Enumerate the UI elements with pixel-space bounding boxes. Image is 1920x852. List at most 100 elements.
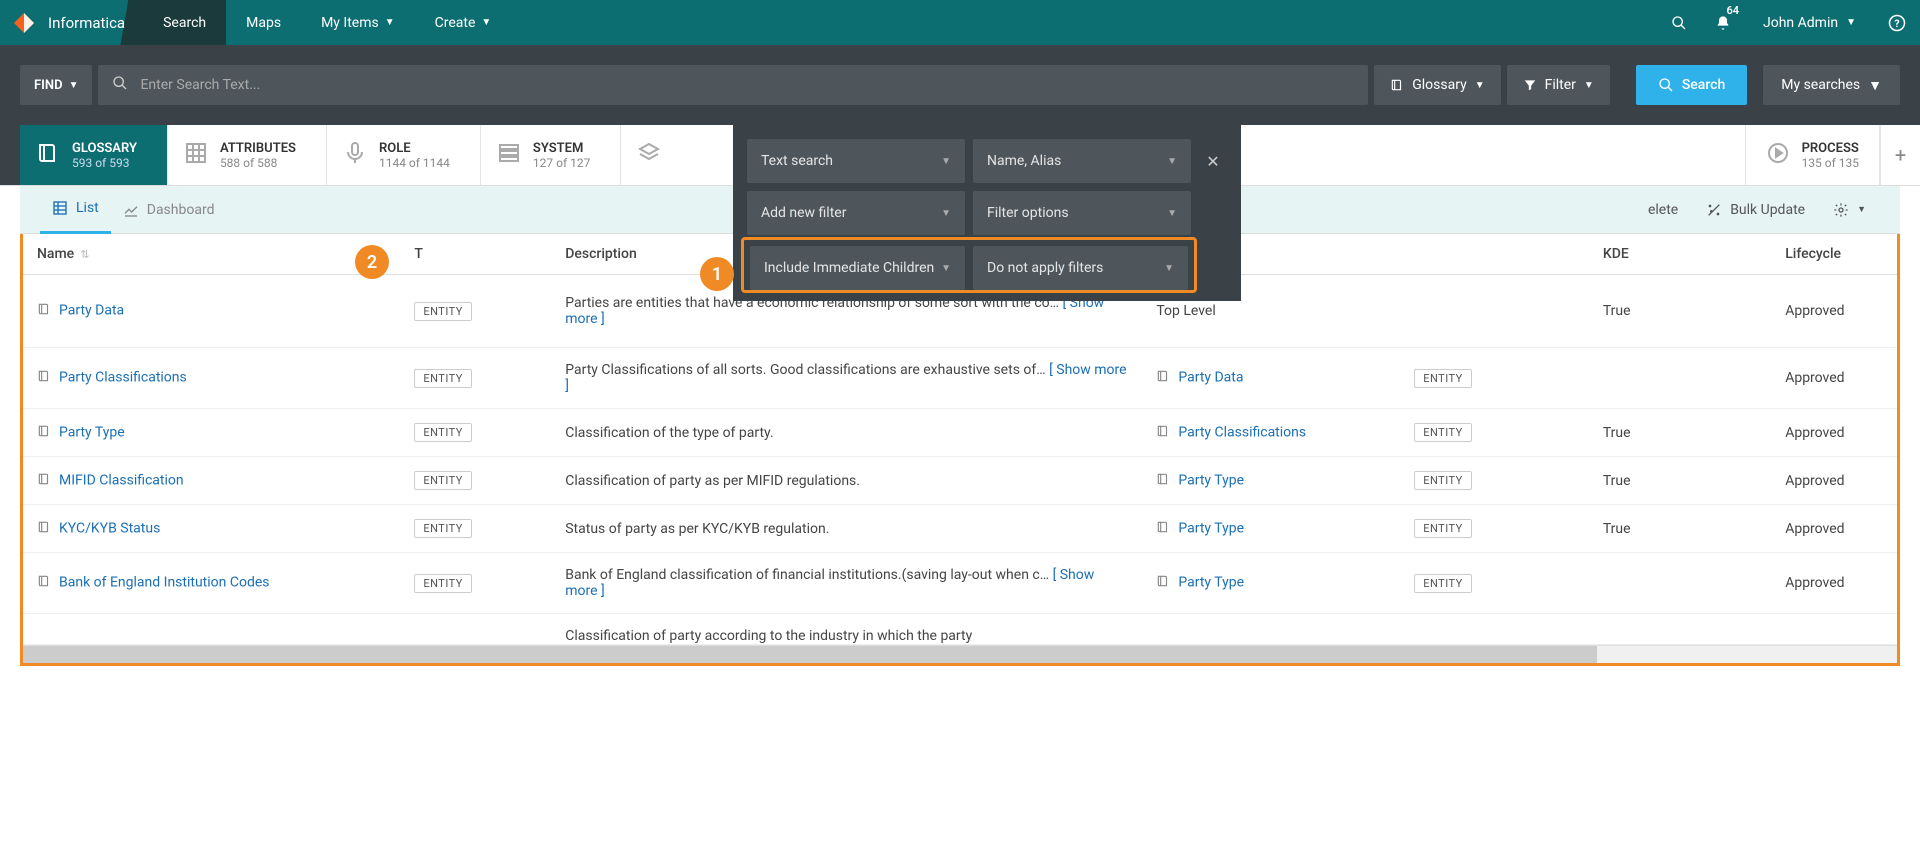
search-input[interactable] xyxy=(140,77,1354,93)
add-tab-button[interactable]: + xyxy=(1880,125,1920,185)
nav-search[interactable]: Search xyxy=(143,0,226,45)
table-row: KYC/KYB Status ENTITY Status of party as p… xyxy=(23,505,1897,553)
sort-icon: ⇅ xyxy=(80,248,89,261)
search-input-wrapper xyxy=(98,65,1368,105)
row-kde: True xyxy=(1589,409,1771,457)
top-nav: Informatica Search Maps My Items▼ Create… xyxy=(0,0,1920,45)
row-lifecycle: Approved xyxy=(1771,409,1897,457)
brand-name: Informatica xyxy=(48,14,125,32)
view-tab-list[interactable]: List xyxy=(40,186,111,234)
search-button[interactable]: Search xyxy=(1636,65,1747,105)
row-lifecycle: Approved xyxy=(1771,275,1897,348)
glossary-dropdown[interactable]: Glossary▼ xyxy=(1374,65,1500,105)
filter-add-new[interactable]: Add new filter▼ xyxy=(747,191,965,235)
row-lifecycle: Approved xyxy=(1771,348,1897,409)
nav-create[interactable]: Create▼ xyxy=(415,0,512,45)
parent-link[interactable]: Party Type xyxy=(1178,472,1244,488)
tab-glossary[interactable]: GLOSSARY593 of 593 xyxy=(20,125,168,185)
search-icon xyxy=(1658,77,1674,93)
book-icon xyxy=(1390,78,1404,92)
book-icon xyxy=(37,472,51,490)
row-description: Classification of party as per MIFID reg… xyxy=(551,457,1142,505)
table-row: MIFID Classification ENTITY Classification… xyxy=(23,457,1897,505)
tab-role[interactable]: ROLE1144 of 1144 xyxy=(327,125,481,185)
bulk-update-button[interactable]: Bulk Update xyxy=(1692,202,1819,218)
filter-text-search[interactable]: Text search▼ xyxy=(747,139,965,183)
row-name-link[interactable]: Bank of England Institution Codes xyxy=(59,575,270,591)
list-icon xyxy=(52,200,68,216)
help-icon[interactable]: ? xyxy=(1874,0,1920,45)
svg-text:?: ? xyxy=(1894,16,1899,29)
chart-icon xyxy=(123,202,139,218)
row-name-link[interactable]: Party Data xyxy=(59,303,124,319)
book-icon xyxy=(37,369,51,387)
chevron-down-icon: ▼ xyxy=(1584,80,1594,91)
col-header-type[interactable]: T xyxy=(400,234,551,275)
row-name-link[interactable]: KYC/KYB Status xyxy=(59,520,160,536)
parent-link[interactable]: Party Type xyxy=(1178,575,1244,591)
global-search-icon[interactable] xyxy=(1657,0,1701,45)
book-icon xyxy=(36,141,60,169)
book-icon xyxy=(37,520,51,538)
table-row: Party ClassificationsENTITYParty Classif… xyxy=(23,348,1897,409)
chevron-down-icon: ▼ xyxy=(1167,156,1177,167)
filter-include-children[interactable]: Include Immediate Children▼ xyxy=(750,246,965,290)
tab-process[interactable]: PROCESS135 of 135 xyxy=(1745,125,1880,185)
col-header-parent-type[interactable] xyxy=(1400,234,1589,275)
notification-count: 64 xyxy=(1726,4,1739,17)
row-kde: True xyxy=(1589,505,1771,553)
find-button[interactable]: FIND▼ xyxy=(20,65,92,105)
nav-maps[interactable]: Maps xyxy=(226,0,301,45)
notifications-icon[interactable]: 64 xyxy=(1701,0,1745,45)
user-menu[interactable]: John Admin▼ xyxy=(1745,15,1874,31)
row-description: Status of party as per KYC/KYB regulatio… xyxy=(551,505,1142,553)
my-searches-button[interactable]: My searches▼ xyxy=(1763,65,1900,105)
tab-attributes[interactable]: ATTRIBUTES588 of 588 xyxy=(168,125,327,185)
chevron-down-icon: ▼ xyxy=(481,17,491,28)
row-name-link[interactable]: Party Type xyxy=(59,424,125,440)
parent-link[interactable]: Party Classifications xyxy=(1178,424,1306,440)
chevron-down-icon: ▼ xyxy=(1846,17,1856,28)
category-tabs: GLOSSARY593 of 593 ATTRIBUTES588 of 588 … xyxy=(0,125,1920,186)
parent-link[interactable]: Party Type xyxy=(1178,520,1244,536)
logo-area: Informatica xyxy=(0,0,143,45)
bulk-delete-button[interactable]: elete xyxy=(1634,202,1692,218)
entity-badge: ENTITY xyxy=(414,574,472,593)
parent-link[interactable]: Party Data xyxy=(1178,370,1243,386)
settings-gear[interactable]: ▼ xyxy=(1819,202,1880,218)
col-header-name[interactable]: Name⇅ xyxy=(23,234,400,275)
filter-highlight-group: Include Immediate Children▼ Do not apply… xyxy=(741,237,1197,293)
row-kde: True xyxy=(1589,275,1771,348)
horizontal-scrollbar[interactable] xyxy=(23,645,1897,663)
entity-badge: ENTITY xyxy=(414,423,472,442)
filter-do-not-apply[interactable]: Do not apply filters▼ xyxy=(973,246,1188,290)
gear-icon xyxy=(1833,202,1849,218)
entity-badge: ENTITY xyxy=(414,302,472,321)
show-more-link[interactable]: [ Show more ] xyxy=(565,567,1094,599)
entity-badge: ENTITY xyxy=(1414,423,1472,442)
chevron-down-icon: ▼ xyxy=(385,17,395,28)
search-icon xyxy=(112,75,128,95)
row-name-link[interactable]: Party Classifications xyxy=(59,370,187,386)
row-description: Bank of England classification of financ… xyxy=(551,553,1142,614)
col-header-lifecycle[interactable]: Lifecycle xyxy=(1771,234,1897,275)
filter-options[interactable]: Filter options▼ xyxy=(973,191,1191,235)
show-more-link[interactable]: [ Show more ] xyxy=(565,362,1126,394)
filter-panel: Text search▼ Name, Alias▼ ✕ Add new filt… xyxy=(733,125,1241,301)
col-header-kde[interactable]: KDE xyxy=(1589,234,1771,275)
chevron-down-icon: ▼ xyxy=(941,156,951,167)
nav-my-items[interactable]: My Items▼ xyxy=(301,0,415,45)
tab-layers[interactable] xyxy=(621,125,691,185)
filter-dropdown[interactable]: Filter▼ xyxy=(1507,65,1610,105)
view-tab-dashboard[interactable]: Dashboard xyxy=(111,186,227,234)
row-name-link[interactable]: MIFID Classification xyxy=(59,472,184,488)
filter-close-button[interactable]: ✕ xyxy=(1199,139,1227,183)
entity-badge: ENTITY xyxy=(414,519,472,538)
tab-system[interactable]: SYSTEM127 of 127 xyxy=(481,125,621,185)
annotation-marker-2: 2 xyxy=(355,245,389,279)
row-kde xyxy=(1589,553,1771,614)
row-lifecycle: Approved xyxy=(1771,505,1897,553)
row-kde xyxy=(1589,348,1771,409)
filter-name-alias[interactable]: Name, Alias▼ xyxy=(973,139,1191,183)
entity-badge: ENTITY xyxy=(414,471,472,490)
